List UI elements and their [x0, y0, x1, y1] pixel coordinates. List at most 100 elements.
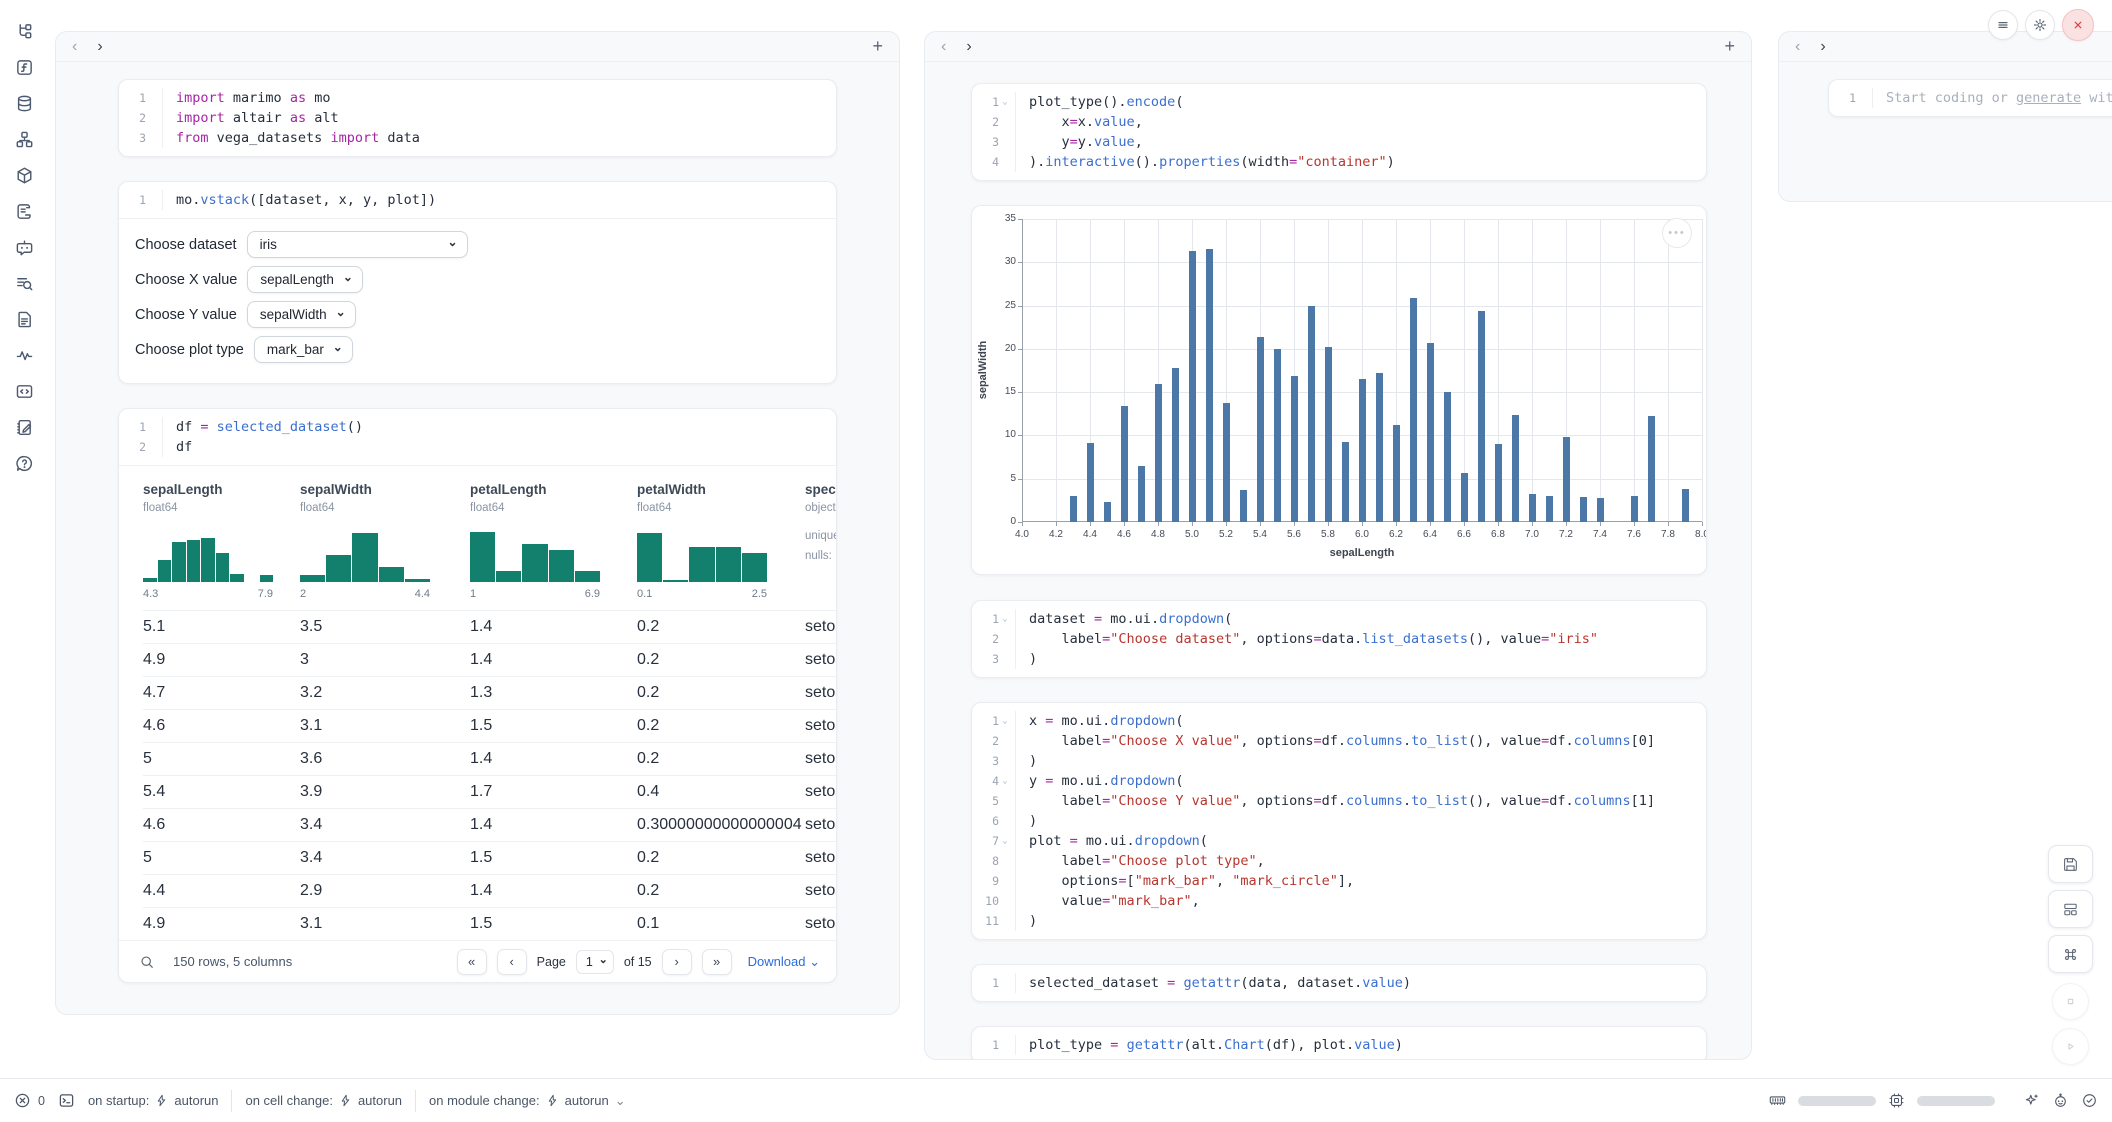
code-editor[interactable]: 1mo.vstack([dataset, x, y, plot]): [119, 182, 836, 218]
bar: [1325, 347, 1332, 522]
column-header[interactable]: sepalLengthfloat644.37.9: [143, 480, 300, 610]
download-button[interactable]: Download ⌄: [748, 954, 820, 970]
packages-icon[interactable]: [15, 166, 34, 185]
code-line: ): [1016, 649, 1037, 669]
snippets-icon[interactable]: [15, 382, 34, 401]
column-header[interactable]: petalLengthfloat6416.9: [470, 480, 637, 610]
fold-chevron-icon[interactable]: ⌄: [999, 711, 1011, 731]
outline-icon[interactable]: [15, 274, 34, 293]
code-editor[interactable]: 1selected_dataset = getattr(data, datase…: [972, 965, 1706, 1001]
code-editor[interactable]: 1df = selected_dataset()2df: [119, 409, 836, 465]
menu-button[interactable]: [1988, 10, 2018, 40]
dropdown-select[interactable]: sepalWidth: [247, 301, 356, 328]
bar: [1206, 249, 1213, 522]
next-page-button[interactable]: ›: [662, 949, 692, 975]
add-cell-button[interactable]: +: [872, 36, 883, 57]
column-forward-button[interactable]: ›: [966, 38, 971, 56]
scratchpad-icon[interactable]: [15, 418, 34, 437]
panel-right-toolbar: ‹ ›: [1779, 32, 2112, 62]
autorun-config[interactable]: on cell change:autorun: [245, 1093, 402, 1108]
code-editor[interactable]: 1⌄plot_type().encode(2 x=x.value,3 y=y.v…: [972, 84, 1706, 180]
column-back-button[interactable]: ‹: [1795, 38, 1800, 56]
dropdown-row: Choose X value sepalLength: [135, 262, 820, 297]
ai-sparkle-icon[interactable]: [2023, 1092, 2040, 1109]
first-page-button[interactable]: «: [457, 949, 487, 975]
line-number: 1: [985, 92, 999, 112]
line-number: 1: [132, 88, 146, 108]
cell-vstack: 1mo.vstack([dataset, x, y, plot]) Choose…: [118, 181, 837, 384]
code-editor[interactable]: 1⌄x = mo.ui.dropdown(2 label="Choose X v…: [972, 703, 1706, 939]
dropdown-row: Choose Y valuesepalWidth: [135, 297, 820, 332]
column-back-button[interactable]: ‹: [72, 38, 77, 56]
altair-bar-chart[interactable]: 4.04.24.44.64.85.05.25.45.65.86.06.26.46…: [971, 205, 1707, 575]
table-row: 4.73.21.30.2setosa: [143, 676, 836, 709]
bar: [1138, 466, 1145, 522]
file-tree-icon[interactable]: [15, 22, 34, 41]
tracing-icon[interactable]: [15, 346, 34, 365]
fold-chevron-icon[interactable]: ⌄: [999, 771, 1011, 791]
code-editor[interactable]: 1plot_type = getattr(alt.Chart(df), plot…: [972, 1027, 1706, 1060]
column-header[interactable]: speciesobjectuniquenulls:: [805, 480, 836, 610]
bar: [1240, 490, 1247, 522]
code-line: ): [1016, 751, 1037, 771]
functions-icon[interactable]: [15, 58, 34, 77]
run-button[interactable]: [2052, 1028, 2089, 1065]
save-button[interactable]: [2048, 845, 2093, 883]
code-line: df = selected_dataset(): [163, 417, 363, 437]
cell-imports: 1import marimo as mo2import altair as al…: [118, 79, 837, 157]
autorun-config[interactable]: on startup:autorun: [88, 1093, 219, 1108]
column-forward-button[interactable]: ›: [97, 38, 102, 56]
add-cell-button[interactable]: +: [1724, 36, 1735, 57]
bar: [1308, 306, 1315, 522]
dependency-graph-icon[interactable]: [15, 130, 34, 149]
bar: [1563, 437, 1570, 522]
code-input-placeholder[interactable]: Start coding or generate with: [1873, 88, 2112, 108]
stop-button[interactable]: [2052, 983, 2089, 1020]
errors-icon[interactable]: [14, 1092, 31, 1109]
bar: [1427, 343, 1434, 522]
autorun-config[interactable]: on module change:autorun⌄: [429, 1093, 626, 1109]
bar: [1274, 349, 1281, 522]
code-line: plot = mo.ui.dropdown(: [1016, 831, 1208, 851]
play-icon: [2063, 1039, 2078, 1054]
connection-check-icon[interactable]: [2081, 1092, 2098, 1109]
column-back-button[interactable]: ‹: [941, 38, 946, 56]
shortcuts-button[interactable]: [2048, 935, 2093, 973]
bar: [1087, 443, 1094, 522]
scripts-icon[interactable]: [15, 202, 34, 221]
line-number: 7: [985, 831, 999, 851]
help-icon[interactable]: [15, 454, 34, 473]
search-icon[interactable]: [139, 954, 155, 970]
dropdown-controls-output: Choose datasetirisChoose X valuesepalLen…: [119, 218, 836, 383]
chart-menu-button[interactable]: •••: [1662, 218, 1692, 248]
table-row: 4.93.11.50.1setosa: [143, 907, 836, 940]
prev-page-button[interactable]: ‹: [497, 949, 527, 975]
terminal-icon[interactable]: [58, 1092, 75, 1109]
code-editor[interactable]: 1⌄dataset = mo.ui.dropdown(2 label="Choo…: [972, 601, 1706, 677]
table-row-count: 150 rows, 5 columns: [173, 954, 292, 969]
settings-button[interactable]: [2025, 10, 2055, 40]
column-header[interactable]: petalWidthfloat640.12.5: [637, 480, 805, 610]
bar: [1444, 392, 1451, 522]
column-header[interactable]: sepalWidthfloat6424.4: [300, 480, 470, 610]
code-editor[interactable]: 1import marimo as mo2import altair as al…: [119, 80, 836, 156]
fold-chevron-icon[interactable]: ⌄: [999, 92, 1011, 112]
cell-dataset-dropdown: 1⌄dataset = mo.ui.dropdown(2 label="Choo…: [971, 600, 1707, 678]
ai-chat-icon[interactable]: [15, 238, 34, 257]
last-page-button[interactable]: »: [702, 949, 732, 975]
fold-chevron-icon[interactable]: ⌄: [999, 831, 1011, 851]
documentation-icon[interactable]: [15, 310, 34, 329]
database-icon[interactable]: [15, 94, 34, 113]
fold-chevron-icon[interactable]: ⌄: [999, 609, 1011, 629]
column-forward-button[interactable]: ›: [1820, 38, 1825, 56]
dropdown-select[interactable]: mark_bar: [254, 336, 353, 363]
dropdown-select[interactable]: sepalLength: [247, 266, 363, 293]
status-bar: 0 on startup:autorunon cell change:autor…: [0, 1078, 2112, 1122]
layout-icon: [2062, 901, 2079, 918]
assistant-robot-icon[interactable]: [2052, 1092, 2069, 1109]
layout-button[interactable]: [2048, 890, 2093, 928]
dropdown-label: Choose X value: [135, 272, 237, 288]
dropdown-select[interactable]: iris: [247, 231, 468, 258]
page-select[interactable]: 1: [576, 950, 614, 974]
shutdown-button[interactable]: [2062, 9, 2094, 41]
